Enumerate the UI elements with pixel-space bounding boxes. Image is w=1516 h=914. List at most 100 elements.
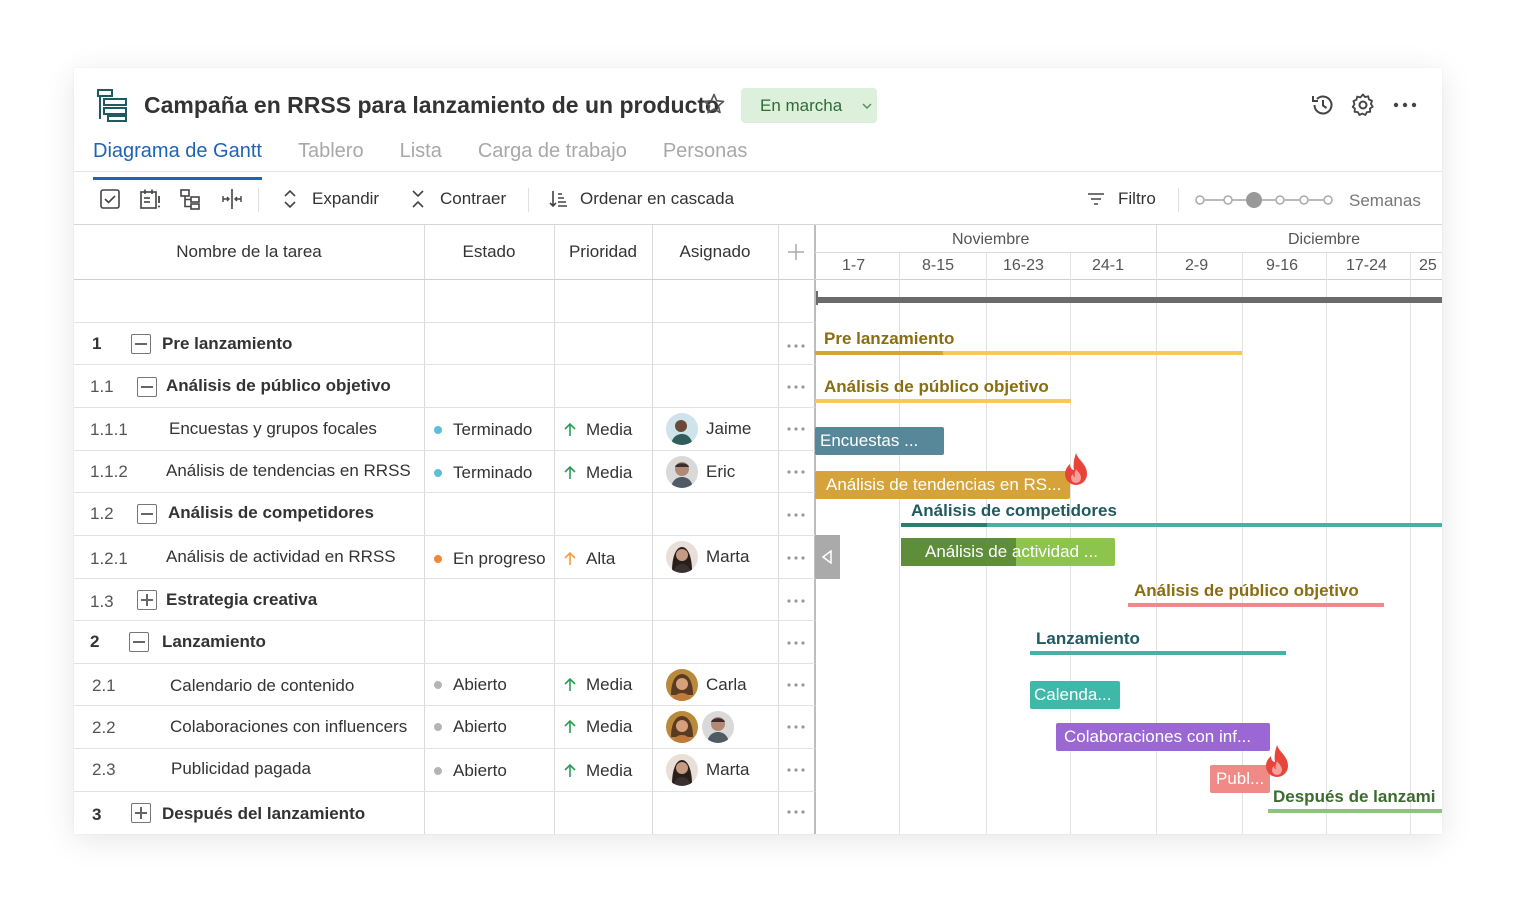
expand-toggle-icon[interactable] xyxy=(131,803,151,823)
status-cell[interactable]: Abierto xyxy=(434,717,507,737)
assignee-cell[interactable] xyxy=(666,711,742,743)
gantt-summary-label[interactable]: Análisis de competidores xyxy=(911,501,1117,521)
column-header-status[interactable]: Estado xyxy=(424,225,554,279)
assignee-cell[interactable]: Eric xyxy=(666,456,735,488)
table-row[interactable]: 1.1.1 Encuestas y grupos focales Termina… xyxy=(74,408,815,450)
gantt-summary-label[interactable]: Análisis de público objetivo xyxy=(1134,581,1359,601)
cascade-sort-button[interactable]: Ordenar en cascada xyxy=(548,186,734,212)
add-column-icon[interactable] xyxy=(786,242,806,262)
column-header-assignee[interactable]: Asignado xyxy=(652,225,778,279)
table-row[interactable]: 3 Después del lanzamiento xyxy=(74,792,815,834)
table-row[interactable]: 2.1 Calendario de contenido Abierto Medi… xyxy=(74,664,815,706)
row-more-icon[interactable] xyxy=(784,468,808,476)
priority-cell[interactable]: Media xyxy=(562,420,632,440)
hierarchy-icon[interactable] xyxy=(178,187,202,211)
tab-workload[interactable]: Carga de trabajo xyxy=(478,140,627,172)
collapse-toggle-icon[interactable] xyxy=(137,377,157,397)
project-status-dropdown[interactable]: En marcha xyxy=(741,88,877,123)
gantt-summary-line[interactable] xyxy=(1030,651,1286,655)
tab-gantt[interactable]: Diagrama de Gantt xyxy=(93,140,262,180)
priority-cell[interactable]: Media xyxy=(562,463,632,483)
row-more-icon[interactable] xyxy=(784,597,808,605)
row-more-icon[interactable] xyxy=(784,639,808,647)
task-name[interactable]: Publicidad pagada xyxy=(171,759,311,779)
row-more-icon[interactable] xyxy=(784,425,808,433)
gantt-task-bar[interactable]: Colaboraciones con inf... xyxy=(1056,723,1270,751)
assignee-cell[interactable]: Marta xyxy=(666,754,749,786)
task-name[interactable]: Encuestas y grupos focales xyxy=(169,419,377,439)
assignee-cell[interactable]: Carla xyxy=(666,669,747,701)
task-name[interactable]: Colaboraciones con influencers xyxy=(170,717,407,737)
row-more-icon[interactable] xyxy=(784,766,808,774)
column-header-priority[interactable]: Prioridad xyxy=(554,225,652,279)
favorite-star-icon[interactable] xyxy=(702,92,726,116)
gantt-task-bar[interactable]: Calenda... xyxy=(1030,681,1120,709)
column-width-icon[interactable] xyxy=(220,187,244,211)
gantt-summary-line[interactable] xyxy=(1268,809,1442,813)
project-summary-bar[interactable] xyxy=(817,297,1442,303)
row-more-icon[interactable] xyxy=(784,383,808,391)
row-more-icon[interactable] xyxy=(784,554,808,562)
row-more-icon[interactable] xyxy=(784,511,808,519)
table-row[interactable]: 1.1.2 Análisis de tendencias en RRSS Ter… xyxy=(74,451,815,493)
status-cell[interactable]: Terminado xyxy=(434,420,532,440)
scroll-left-button[interactable] xyxy=(815,535,840,579)
tab-list[interactable]: Lista xyxy=(400,140,442,172)
gantt-task-bar[interactable]: Encuestas ... xyxy=(815,427,944,455)
assignee-cell[interactable]: Marta xyxy=(666,541,749,573)
gantt-summary-label[interactable]: Análisis de público objetivo xyxy=(824,377,1049,397)
gantt-summary-label[interactable]: Lanzamiento xyxy=(1036,629,1140,649)
expand-button[interactable]: Expandir xyxy=(280,186,379,212)
task-name[interactable]: Pre lanzamiento xyxy=(162,334,292,354)
tab-board[interactable]: Tablero xyxy=(298,140,364,172)
row-more-icon[interactable] xyxy=(784,808,808,816)
table-row[interactable]: 1 Pre lanzamiento xyxy=(74,323,815,365)
task-name[interactable]: Análisis de público objetivo xyxy=(166,376,391,396)
table-row[interactable]: 1.2 Análisis de competidores xyxy=(74,493,815,535)
task-name[interactable]: Análisis de competidores xyxy=(168,503,374,523)
gantt-task-bar[interactable]: Publ... xyxy=(1210,765,1270,793)
task-name[interactable]: Lanzamiento xyxy=(162,632,266,652)
task-name[interactable]: Análisis de actividad en RRSS xyxy=(166,547,396,567)
collapse-toggle-icon[interactable] xyxy=(137,504,157,524)
more-options-icon[interactable] xyxy=(1392,92,1418,118)
row-more-icon[interactable] xyxy=(784,723,808,731)
task-name[interactable]: Después del lanzamiento xyxy=(162,804,365,824)
calendar-task-icon[interactable] xyxy=(138,187,162,211)
status-cell[interactable]: Abierto xyxy=(434,761,507,781)
expand-toggle-icon[interactable] xyxy=(137,590,157,610)
gantt-task-bar[interactable]: Análisis de actividad ... xyxy=(901,538,1115,566)
task-name[interactable]: Calendario de contenido xyxy=(170,676,354,696)
collapse-toggle-icon[interactable] xyxy=(129,632,149,652)
tab-people[interactable]: Personas xyxy=(663,140,748,172)
checkbox-icon[interactable] xyxy=(98,187,122,211)
row-more-icon[interactable] xyxy=(784,342,808,350)
assignee-cell[interactable]: Jaime xyxy=(666,413,751,445)
status-cell[interactable]: Abierto xyxy=(434,675,507,695)
gantt-task-bar[interactable]: Análisis de tendencias en RS... xyxy=(815,471,1070,499)
collapse-button[interactable]: Contraer xyxy=(408,186,506,212)
gantt-summary-line[interactable] xyxy=(1128,603,1384,607)
filter-button[interactable]: Filtro xyxy=(1086,186,1156,212)
history-icon[interactable] xyxy=(1310,92,1336,118)
table-row[interactable]: 2.2 Colaboraciones con influencers Abier… xyxy=(74,706,815,748)
zoom-slider[interactable] xyxy=(1194,190,1334,210)
task-name[interactable]: Estrategia creativa xyxy=(166,590,317,610)
table-row[interactable]: 1.2.1 Análisis de actividad en RRSS En p… xyxy=(74,536,815,578)
gantt-summary-line[interactable] xyxy=(815,399,1071,403)
collapse-toggle-icon[interactable] xyxy=(131,334,151,354)
column-header-task[interactable]: Nombre de la tarea xyxy=(74,225,424,279)
status-cell[interactable]: Terminado xyxy=(434,463,532,483)
table-row[interactable]: 2.3 Publicidad pagada Abierto Media Mart… xyxy=(74,749,815,791)
task-name[interactable]: Análisis de tendencias en RRSS xyxy=(166,461,411,481)
priority-cell[interactable]: Alta xyxy=(562,549,615,569)
table-row[interactable]: 2 Lanzamiento xyxy=(74,621,815,663)
priority-cell[interactable]: Media xyxy=(562,717,632,737)
gantt-summary-label[interactable]: Pre lanzamiento xyxy=(824,329,954,349)
row-more-icon[interactable] xyxy=(784,681,808,689)
priority-cell[interactable]: Media xyxy=(562,675,632,695)
status-cell[interactable]: En progreso xyxy=(434,549,546,569)
settings-icon[interactable] xyxy=(1350,92,1376,118)
table-row[interactable]: 1.1 Análisis de público objetivo xyxy=(74,365,815,407)
gantt-summary-label[interactable]: Después de lanzami xyxy=(1273,787,1436,807)
